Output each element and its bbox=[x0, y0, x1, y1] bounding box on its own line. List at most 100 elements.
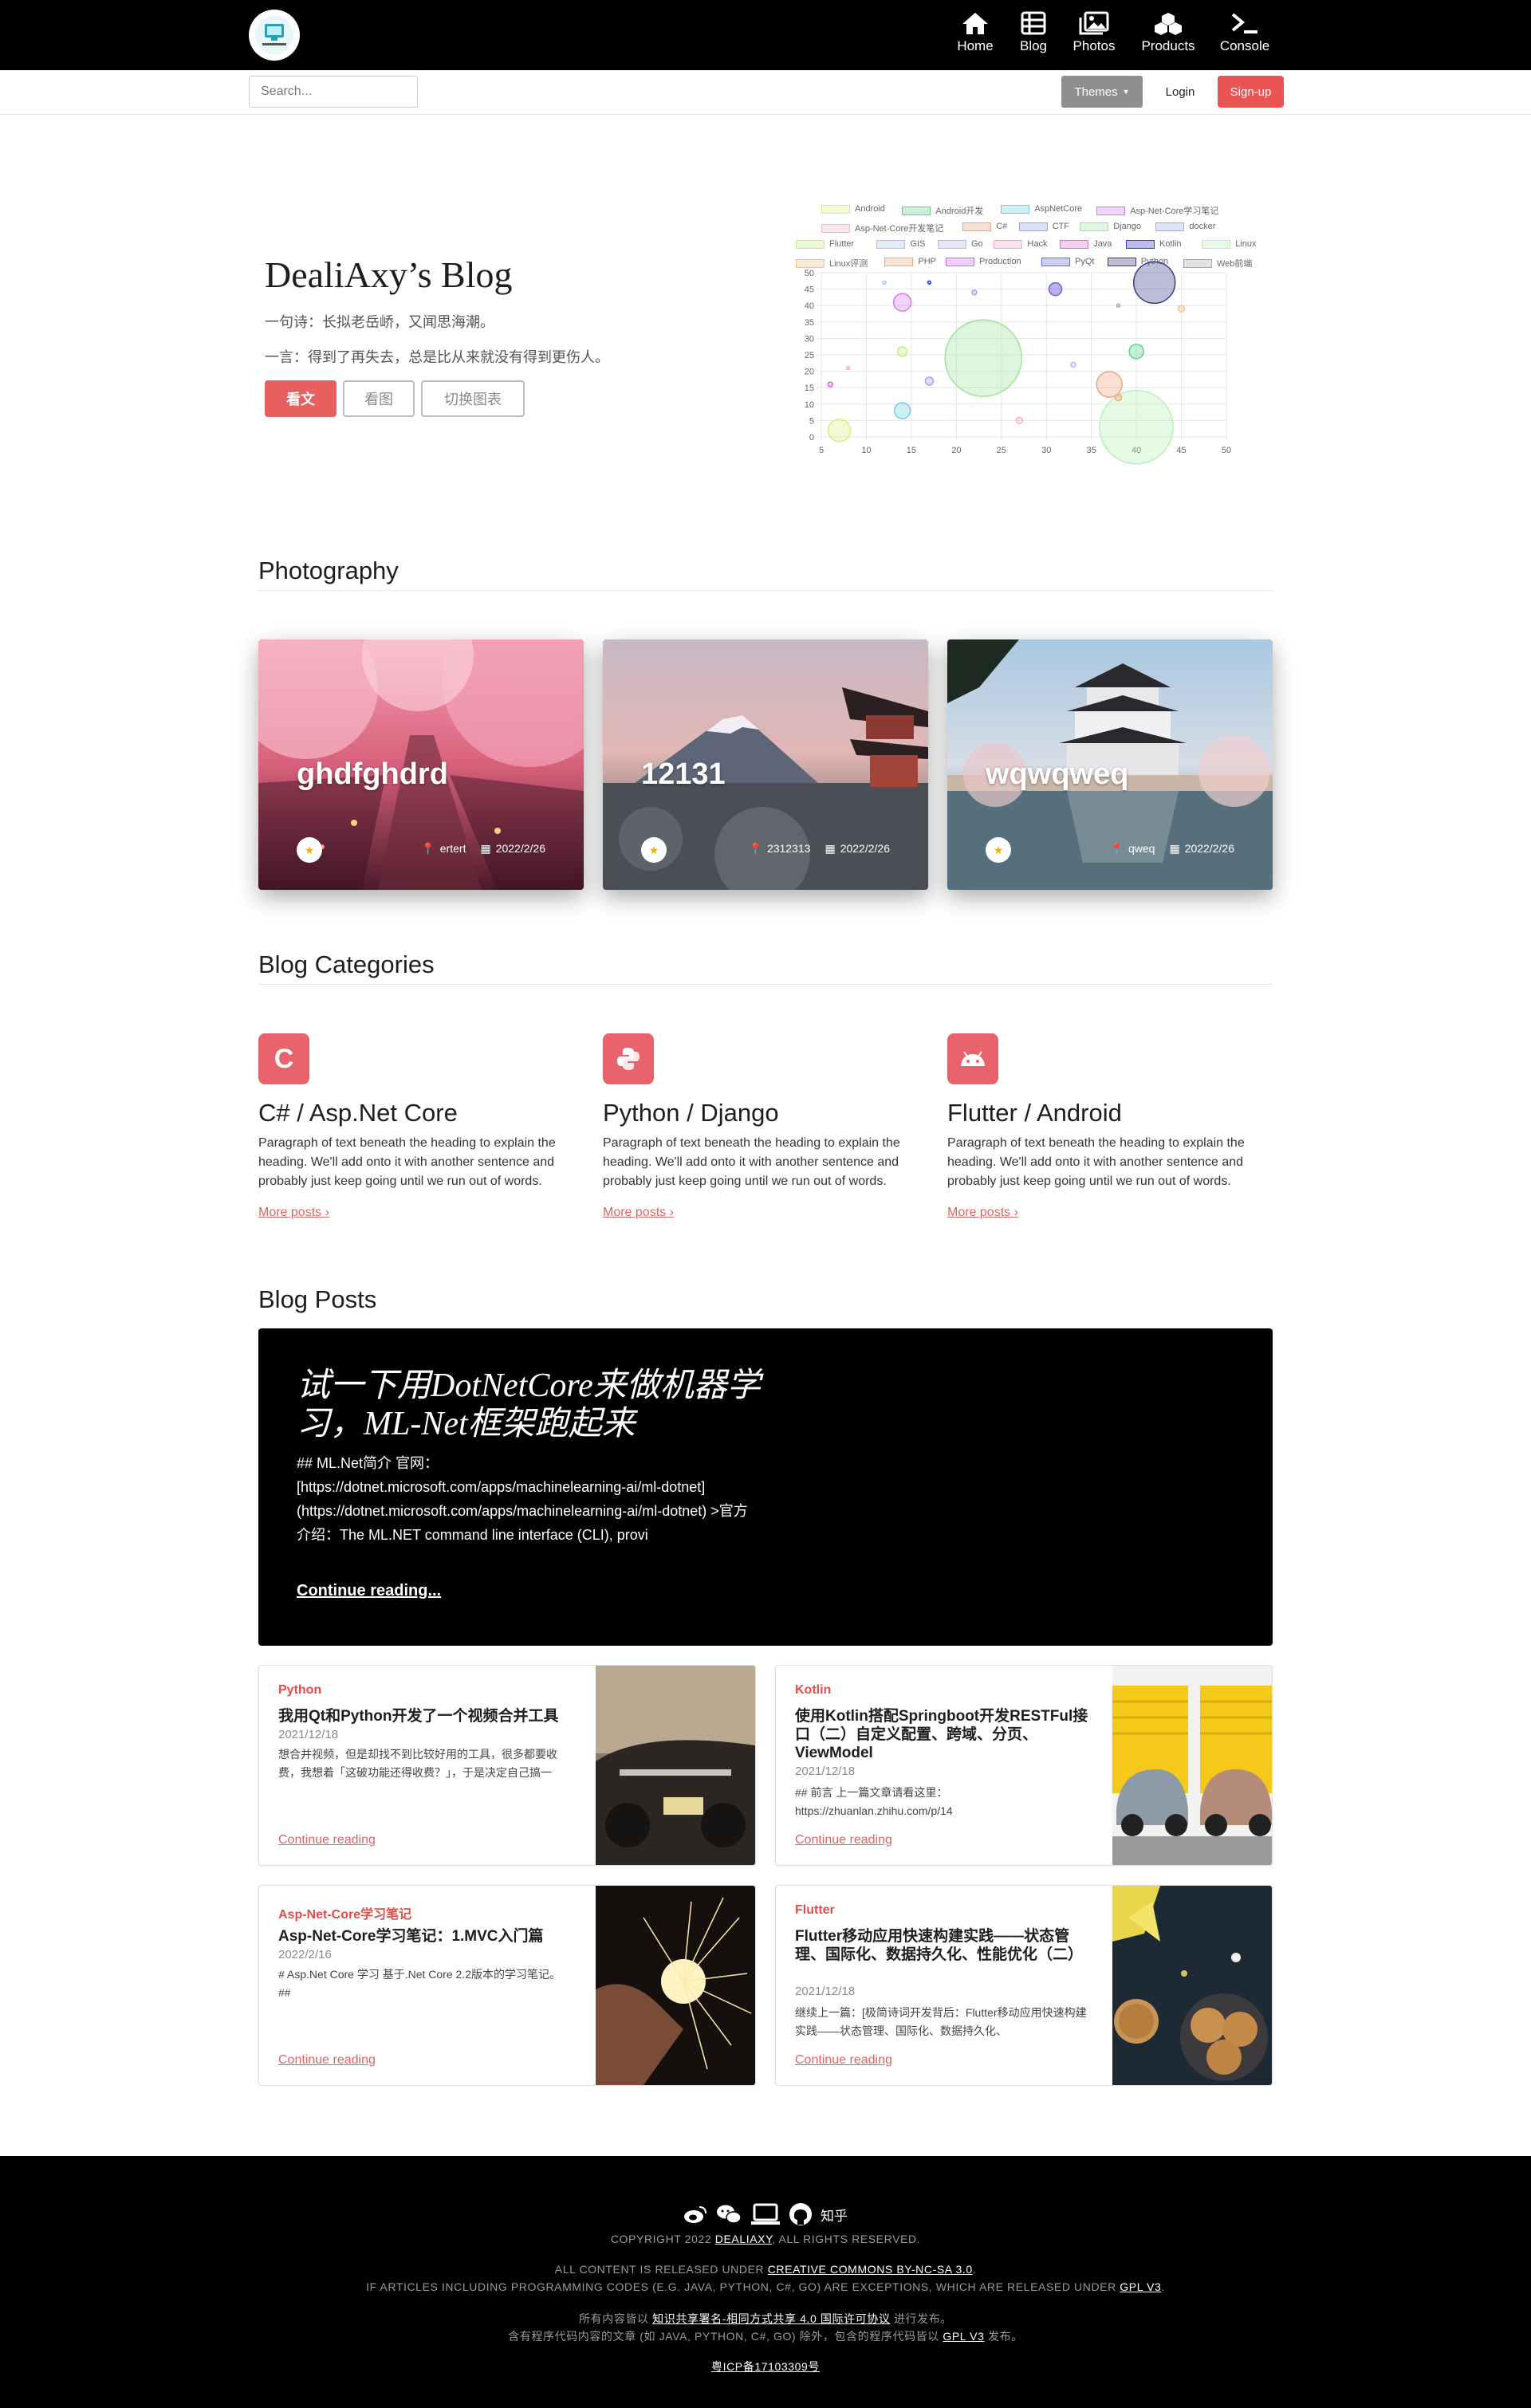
category-title: Python / Django bbox=[603, 1099, 779, 1127]
bubble-point[interactable] bbox=[1096, 371, 1123, 398]
y-tick-label: 0 bbox=[809, 433, 814, 443]
more-posts-link[interactable]: More posts › bbox=[258, 1206, 329, 1220]
bubble-point[interactable] bbox=[927, 280, 932, 285]
bubble-point[interactable] bbox=[1116, 303, 1121, 308]
blog-post-card[interactable]: Flutter Flutter移动应用快速构建实践——状态管理、国际化、数据持久… bbox=[775, 1885, 1273, 2086]
nav-products[interactable]: Products bbox=[1136, 11, 1200, 54]
continue-reading-link[interactable]: Continue reading bbox=[795, 1833, 892, 1847]
post-thumbnail bbox=[1112, 1886, 1272, 2085]
view-photos-button[interactable]: 看图 bbox=[343, 380, 415, 417]
x-tick-label: 25 bbox=[997, 446, 1006, 455]
blog-post-card[interactable]: Kotlin 使用Kotlin搭配Springboot开发RESTFul接口（二… bbox=[775, 1665, 1273, 1866]
x-tick-label: 30 bbox=[1041, 446, 1051, 455]
bubble-point[interactable] bbox=[924, 376, 935, 386]
category-text: Paragraph of text beneath the heading to… bbox=[947, 1136, 1245, 1188]
post-date: 2022/2/16 bbox=[278, 1948, 332, 1961]
post-title[interactable]: 我用Qt和Python开发了一个视频合并工具 bbox=[278, 1707, 573, 1725]
post-category-tag[interactable]: Python bbox=[278, 1683, 321, 1698]
category-card: Python / Django Paragraph of text beneat… bbox=[603, 1033, 930, 1220]
cn1-post: 进行发布。 bbox=[890, 2312, 952, 2325]
computer-icon[interactable] bbox=[750, 2203, 781, 2225]
photo-card[interactable]: ghdfghdrd ★ 📍 ertert ▦ 2022/2/26 bbox=[258, 639, 584, 890]
y-tick-label: 30 bbox=[805, 334, 814, 344]
featured-post: 试一下用DotNetCore来做机器学习，ML-Net框架跑起来 ## ML.N… bbox=[258, 1328, 1273, 1646]
bubble-point[interactable] bbox=[827, 419, 852, 443]
gpl-license-link[interactable]: GPL V3 bbox=[1120, 2280, 1161, 2293]
python-icon bbox=[603, 1033, 654, 1084]
post-category-tag[interactable]: Flutter bbox=[795, 1903, 835, 1918]
signup-button[interactable]: Sign-up bbox=[1218, 76, 1284, 108]
more-posts-link[interactable]: More posts › bbox=[603, 1206, 674, 1220]
bubble-point[interactable] bbox=[1099, 389, 1174, 465]
continue-reading-link[interactable]: Continue reading bbox=[795, 2053, 892, 2068]
star-badge-icon[interactable]: ★ bbox=[641, 837, 667, 863]
hero-poem: 一句诗：长拟老岳峤，又闻思海潮。 bbox=[265, 314, 494, 330]
bubble-point[interactable] bbox=[892, 293, 912, 312]
bubble-point[interactable] bbox=[1128, 344, 1144, 360]
category-title: C# / Asp.Net Core bbox=[258, 1099, 458, 1127]
post-title[interactable]: Flutter移动应用快速构建实践——状态管理、国际化、数据持久化、性能优化（二… bbox=[795, 1927, 1090, 1964]
bubble-point[interactable] bbox=[893, 402, 911, 419]
bubble-point[interactable] bbox=[971, 289, 978, 296]
zhihu-link[interactable]: 知乎 bbox=[821, 2205, 848, 2225]
hero-title: DealiAxy’s Blog bbox=[265, 254, 513, 295]
bubble-point[interactable] bbox=[944, 319, 1022, 397]
nav-photos[interactable]: Photos bbox=[1062, 11, 1126, 54]
bubble-point[interactable] bbox=[1132, 261, 1176, 305]
cn2-pre: 含有程序代码内容的文章 (如 JAVA, PYTHON, C#, GO) 除外，… bbox=[508, 2330, 943, 2343]
themes-dropdown-button[interactable]: Themes ▼ bbox=[1061, 76, 1143, 108]
category-text: Paragraph of text beneath the heading to… bbox=[258, 1136, 556, 1188]
cc-license-link[interactable]: CREATIVE COMMONS BY-NC-SA 3.0 bbox=[768, 2263, 973, 2276]
switch-chart-button[interactable]: 切换图表 bbox=[421, 380, 525, 417]
bubble-point[interactable] bbox=[827, 381, 834, 388]
android-logo-icon bbox=[961, 1051, 985, 1066]
wechat-icon[interactable] bbox=[715, 2204, 742, 2225]
bubble-point[interactable] bbox=[1048, 281, 1063, 297]
icp-link[interactable]: 粤ICP备17103309号 bbox=[711, 2360, 820, 2373]
login-button[interactable]: Login bbox=[1154, 76, 1206, 108]
bubble-point[interactable] bbox=[1070, 361, 1076, 368]
photo-title: ghdfghdrd bbox=[297, 757, 448, 791]
author-link[interactable]: DEALIAXY bbox=[715, 2233, 772, 2245]
continue-reading-link[interactable]: Continue reading bbox=[278, 1833, 376, 1847]
bubble-point[interactable] bbox=[1114, 393, 1123, 402]
read-articles-button[interactable]: 看文 bbox=[265, 380, 337, 417]
bubble-point[interactable] bbox=[882, 280, 887, 285]
nav-blog-label: Blog bbox=[1019, 38, 1048, 53]
featured-continue-reading-link[interactable]: Continue reading... bbox=[297, 1582, 441, 1600]
cn2-post: 发布。 bbox=[984, 2330, 1023, 2343]
license2-post: . bbox=[1161, 2280, 1165, 2293]
gpl-license-cn-link[interactable]: GPL V3 bbox=[943, 2330, 984, 2343]
nav-blog[interactable]: Blog bbox=[1002, 11, 1065, 54]
nav-console[interactable]: Console bbox=[1213, 11, 1277, 54]
github-icon[interactable] bbox=[789, 2202, 813, 2226]
star-badge-icon[interactable]: ★ bbox=[986, 837, 1011, 863]
more-posts-label: More posts bbox=[603, 1206, 667, 1219]
bubble-point[interactable] bbox=[846, 365, 851, 371]
site-logo[interactable] bbox=[249, 10, 300, 61]
bubble-point[interactable] bbox=[896, 346, 908, 357]
weibo-icon[interactable] bbox=[683, 2205, 707, 2224]
bubble-point[interactable] bbox=[1177, 305, 1186, 313]
star-badge-icon[interactable]: ★ bbox=[297, 837, 322, 863]
cc-license-cn-link[interactable]: 知识共享署名-相同方式共享 4.0 国际许可协议 bbox=[652, 2312, 890, 2325]
post-category-tag[interactable]: Kotlin bbox=[795, 1683, 831, 1698]
category-bubble-chart: Android Android开发 AspNetCore Asp-Net-Core学习… bbox=[789, 198, 1268, 469]
csharp-icon: C bbox=[258, 1033, 309, 1084]
continue-reading-link[interactable]: Continue reading bbox=[278, 2053, 376, 2068]
post-title[interactable]: Asp-Net-Core学习笔记：1.MVC入门篇 bbox=[278, 1927, 573, 1946]
themes-label: Themes bbox=[1074, 85, 1118, 99]
search-input[interactable] bbox=[249, 76, 418, 108]
calendar-icon: ▦ bbox=[825, 842, 836, 855]
post-title[interactable]: 使用Kotlin搭配Springboot开发RESTFul接口（二）自定义配置、… bbox=[795, 1707, 1090, 1762]
photo-card[interactable]: 12131 ★ 📍 2312313 ▦ 2022/2/26 bbox=[603, 639, 928, 890]
nav-home[interactable]: Home bbox=[943, 11, 1007, 54]
post-category-tag[interactable]: Asp-Net-Core学习笔记 bbox=[278, 1903, 411, 1922]
blog-post-card[interactable]: Python 我用Qt和Python开发了一个视频合并工具 2021/12/18… bbox=[258, 1665, 756, 1866]
more-posts-link[interactable]: More posts › bbox=[947, 1206, 1018, 1220]
photo-card[interactable]: wqwqweq ★ 📍 qweq ▦ 2022/2/26 bbox=[947, 639, 1273, 890]
photo-meta: 📍 qweq ▦ 2022/2/26 bbox=[1110, 842, 1234, 856]
categories-heading: Blog Categories bbox=[258, 950, 1273, 985]
bubble-point[interactable] bbox=[1015, 416, 1024, 425]
blog-post-card[interactable]: Asp-Net-Core学习笔记 Asp-Net-Core学习笔记：1.MVC入… bbox=[258, 1885, 756, 2086]
